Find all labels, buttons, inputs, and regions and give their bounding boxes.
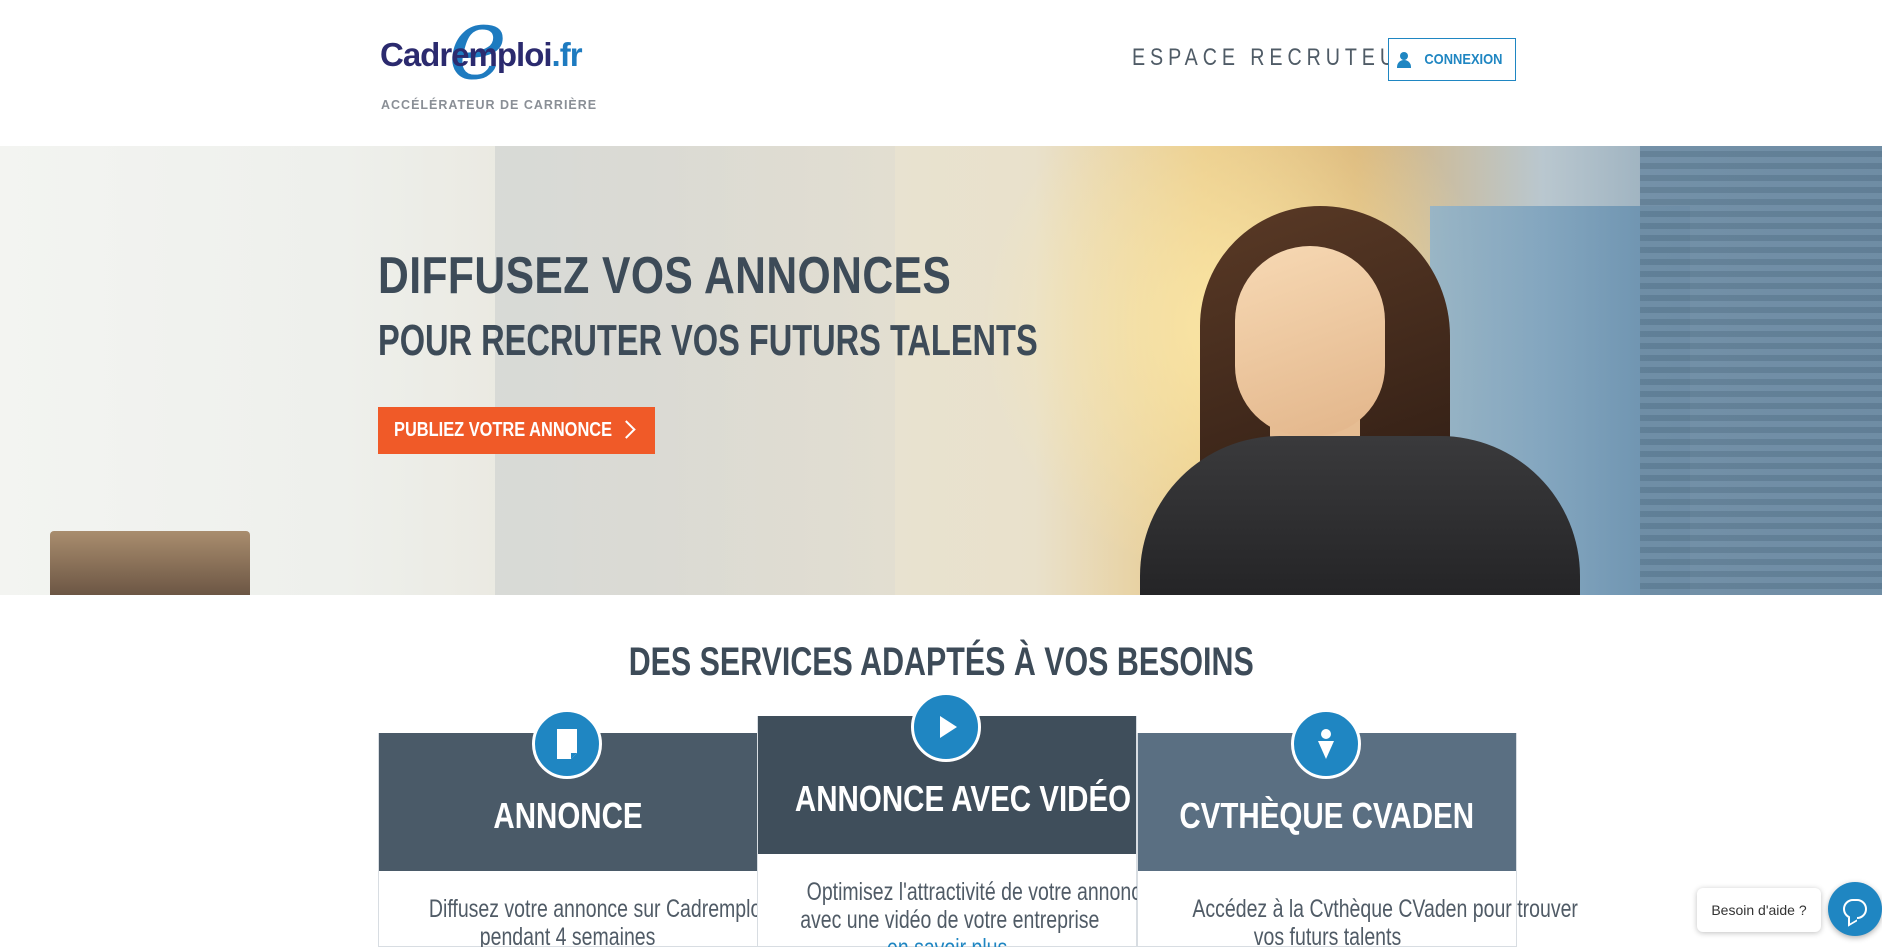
hero-subtitle: POUR RECRUTER VOS FUTURS TALENTS — [378, 316, 1038, 365]
en-savoir-plus-link[interactable]: en savoir plus — [887, 934, 1007, 947]
site-header: e Cadremploi.fr ACCÉLÉRATEUR DE CARRIÈRE… — [0, 0, 1882, 146]
espace-recruteur-link[interactable]: ESPACE RECRUTEUR — [1132, 44, 1418, 72]
service-card-title: ANNONCE AVEC VIDÉO — [758, 778, 1136, 820]
cadremploi-logo[interactable]: e Cadremploi.fr ACCÉLÉRATEUR DE CARRIÈRE — [378, 0, 596, 118]
user-icon — [1396, 51, 1412, 68]
document-icon — [532, 709, 602, 779]
hero-title: DIFFUSEZ VOS ANNONCES — [378, 247, 952, 305]
help-tooltip[interactable]: Besoin d'aide ? — [1697, 888, 1821, 932]
service-card-title: CVTHÈQUE CVADEN — [1138, 795, 1516, 837]
service-card-title-text: CVTHÈQUE CVADEN — [1179, 795, 1475, 836]
connexion-button[interactable]: CONNEXION — [1388, 38, 1516, 81]
service-card-desc-line: Accédez à la Cvthèque CVaden pour trouve… — [1192, 895, 1578, 923]
service-card-title: ANNONCE — [379, 795, 757, 837]
publish-ad-label: PUBLIEZ VOTRE ANNONCE — [394, 419, 613, 441]
connexion-label: CONNEXION — [1423, 51, 1503, 68]
service-card-title-text: ANNONCE AVEC VIDÉO — [794, 778, 1132, 819]
services-title: DES SERVICES ADAPTÉS À VOS BESOINS — [0, 640, 1882, 685]
service-card-description: Optimisez l'attractivité de votre annonc… — [758, 878, 1152, 947]
services-title-text: DES SERVICES ADAPTÉS À VOS BESOINS — [628, 640, 1254, 684]
chat-icon — [1843, 899, 1867, 919]
hero-background-building — [1640, 146, 1882, 595]
hero-woman-image — [1140, 206, 1580, 595]
service-card-title-text: ANNONCE — [493, 795, 643, 836]
logo-brand-tld: .fr — [551, 36, 583, 73]
logo-brand-main: Cadremploi — [380, 36, 553, 73]
service-card-desc-line: avec une vidéo de votre entreprise — [800, 906, 1100, 934]
service-card-desc-line: Diffusez votre annonce sur Cadremploi.fr — [428, 895, 783, 923]
person-pin-icon — [1291, 709, 1361, 779]
chevron-right-icon — [617, 420, 636, 439]
play-icon — [911, 692, 981, 762]
hero-background-building — [495, 146, 895, 595]
service-card-description: Diffusez votre annonce sur Cadremploi.fr… — [379, 895, 783, 947]
logo-brand: Cadremploi.fr — [380, 36, 583, 74]
service-card-description: Accédez à la Cvthèque CVaden pour trouve… — [1138, 895, 1578, 947]
logo-tagline: ACCÉLÉRATEUR DE CARRIÈRE — [381, 98, 598, 112]
chat-button[interactable] — [1828, 882, 1882, 936]
publish-ad-button[interactable]: PUBLIEZ VOTRE ANNONCE — [378, 407, 655, 454]
hero-banner — [0, 146, 1882, 595]
hero-background-building — [50, 531, 250, 595]
service-card-desc-line: Optimisez l'attractivité de votre annonc… — [806, 878, 1152, 906]
service-card-desc-line: vos futurs talents — [1253, 923, 1401, 947]
service-card-desc-line: pendant 4 semaines — [480, 923, 656, 947]
